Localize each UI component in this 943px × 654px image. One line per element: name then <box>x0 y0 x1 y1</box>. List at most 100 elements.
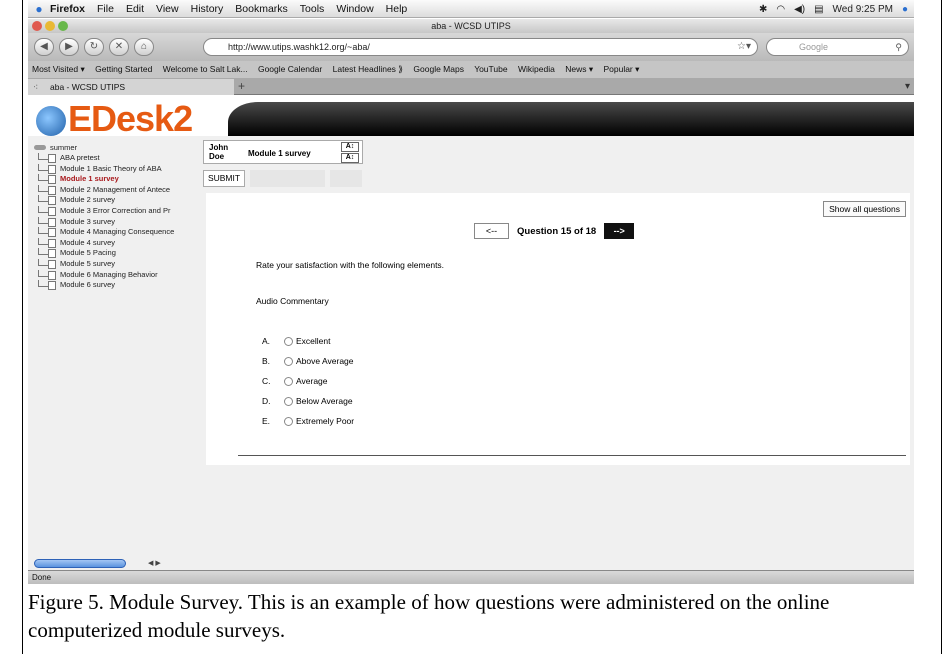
divider <box>238 455 906 456</box>
show-all-questions-button[interactable]: Show all questions <box>823 201 906 217</box>
answer-options: A. Excellent B. Above Average C. Average… <box>262 331 354 431</box>
menu-bookmarks[interactable]: Bookmarks <box>235 3 288 15</box>
tree-item[interactable]: ABA pretest <box>32 153 222 164</box>
document-icon <box>48 217 56 227</box>
font-increase-button[interactable]: A↕ <box>341 142 359 152</box>
bookmark-item[interactable]: Popular ▾ <box>603 64 639 74</box>
figure-caption: Figure 5. Module Survey. This is an exam… <box>28 590 830 642</box>
question-navigation: <-- Question 15 of 18 --> <box>474 223 635 239</box>
forward-button[interactable]: ▶ <box>59 38 79 56</box>
answer-option[interactable]: D. Below Average <box>262 391 354 411</box>
logo-text: EDesk2 <box>68 98 193 139</box>
bookmark-item[interactable]: YouTube <box>474 64 507 74</box>
minimize-window-icon[interactable] <box>45 21 55 31</box>
bookmark-item[interactable]: Welcome to Salt Lak... <box>163 64 248 74</box>
tree-item[interactable]: Module 3 Error Correction and Pr <box>32 205 222 217</box>
document-icon <box>48 238 56 248</box>
radio-button[interactable] <box>284 376 293 386</box>
menu-edit[interactable]: Edit <box>126 3 144 15</box>
answer-option[interactable]: A. Excellent <box>262 331 354 351</box>
bookmark-item[interactable]: News ▾ <box>565 64 593 74</box>
bookmark-item[interactable]: Getting Started <box>95 64 152 74</box>
bookmark-item[interactable]: Wikipedia <box>518 64 555 74</box>
window-titlebar: aba - WCSD UTIPS <box>28 19 914 33</box>
answer-option[interactable]: B. Above Average <box>262 351 354 371</box>
loading-icon: ⁖ <box>33 82 39 92</box>
document-icon <box>48 270 56 280</box>
previous-question-button[interactable]: <-- <box>474 223 509 239</box>
tree-item[interactable]: Module 5 survey <box>32 258 222 270</box>
submit-button[interactable]: SUBMIT <box>203 170 245 187</box>
url-bar[interactable]: http://www.utips.washk12.org/~aba/ ☆▾ <box>203 38 758 56</box>
radio-button[interactable] <box>284 336 293 346</box>
tree-item[interactable]: Module 4 Managing Consequence <box>32 227 222 238</box>
radio-button[interactable] <box>284 416 293 426</box>
document-icon <box>48 175 56 185</box>
mac-menubar: ● Firefox File Edit View History Bookmar… <box>28 0 914 18</box>
status-text: Done <box>32 573 52 582</box>
question-counter: Question 15 of 18 <box>517 225 597 237</box>
tree-item[interactable]: Module 2 survey <box>32 195 222 206</box>
menu-help[interactable]: Help <box>386 3 408 15</box>
menu-history[interactable]: History <box>191 3 224 15</box>
tree-item[interactable]: Module 5 Pacing <box>32 248 222 259</box>
toolbar-slot <box>250 170 325 187</box>
search-icon[interactable]: ⚲ <box>895 39 902 55</box>
stop-icon[interactable]: ✕ <box>109 38 129 56</box>
document-icon <box>48 228 56 238</box>
radio-button[interactable] <box>284 356 293 366</box>
answer-option[interactable]: E. Extremely Poor <box>262 411 354 431</box>
zoom-window-icon[interactable] <box>58 21 68 31</box>
tree-item[interactable]: Module 3 survey <box>32 216 222 228</box>
home-icon[interactable]: ⌂ <box>134 38 154 56</box>
close-window-icon[interactable] <box>32 21 42 31</box>
radio-button[interactable] <box>284 396 293 406</box>
tab-list-icon[interactable]: ▾ <box>905 78 910 95</box>
tree-item-active[interactable]: Module 1 survey <box>32 174 222 185</box>
document-icon <box>48 164 56 174</box>
reload-icon[interactable]: ↻ <box>84 38 104 56</box>
bookmark-item[interactable]: Google Calendar <box>258 64 322 74</box>
font-decrease-button[interactable]: A↕ <box>341 153 359 163</box>
clock[interactable]: Wed 9:25 PM <box>833 4 893 15</box>
bookmark-item[interactable]: Latest Headlines ⟫ <box>333 64 403 74</box>
bookmark-star-icon[interactable]: ☆▾ <box>737 39 751 55</box>
tree-root[interactable]: summer <box>32 142 222 153</box>
bookmark-item[interactable]: Google Maps <box>413 64 464 74</box>
new-tab-button[interactable]: + <box>238 78 245 95</box>
question-panel: Show all questions <-- Question 15 of 18… <box>206 193 910 465</box>
tree-item[interactable]: Module 4 survey <box>32 237 222 249</box>
menu-app[interactable]: Firefox <box>50 3 85 15</box>
scrollbar-thumb[interactable] <box>34 559 126 568</box>
bookmark-item[interactable]: Most Visited ▾ <box>32 64 85 74</box>
menu-window[interactable]: Window <box>336 3 373 15</box>
search-input[interactable]: Google ⚲ <box>766 38 909 56</box>
wifi-icon[interactable]: ◠ <box>776 4 785 15</box>
menubar-status: ✱ ◠ ◀) ▤ Wed 9:25 PM ● <box>759 0 908 18</box>
toolbar-slot <box>330 170 362 187</box>
scroll-arrows-icon[interactable]: ◀ ▶ <box>148 559 161 567</box>
menu-view[interactable]: View <box>156 3 179 15</box>
tree-item[interactable]: Module 6 survey <box>32 280 222 291</box>
next-question-button[interactable]: --> <box>604 223 635 239</box>
apple-icon[interactable]: ● <box>28 2 50 16</box>
spotlight-icon[interactable]: ● <box>902 4 908 15</box>
bluetooth-icon[interactable]: ✱ <box>759 4 767 15</box>
flag-icon[interactable]: ▤ <box>814 4 823 15</box>
answer-option[interactable]: C. Average <box>262 371 354 391</box>
screenshot: ● Firefox File Edit View History Bookmar… <box>28 0 914 584</box>
tree-item[interactable]: Module 1 Basic Theory of ABA <box>32 163 222 175</box>
horizontal-scrollbar[interactable]: ◀ ▶ <box>28 559 914 569</box>
status-bar: Done <box>28 570 914 584</box>
back-button[interactable]: ◀ <box>34 38 54 56</box>
question-element: Audio Commentary <box>256 296 329 306</box>
edesk-logo: EDesk2 <box>36 98 193 140</box>
tab-aba[interactable]: ⁖ aba - WCSD UTIPS <box>28 79 234 95</box>
menu-file[interactable]: File <box>97 3 114 15</box>
menu-tools[interactable]: Tools <box>300 3 325 15</box>
document-icon <box>48 281 56 291</box>
volume-icon[interactable]: ◀) <box>794 4 805 15</box>
globe-icon <box>36 106 66 137</box>
tree-item[interactable]: Module 2 Management of Antece <box>32 184 222 196</box>
tree-item[interactable]: Module 6 Managing Behavior <box>32 269 222 281</box>
